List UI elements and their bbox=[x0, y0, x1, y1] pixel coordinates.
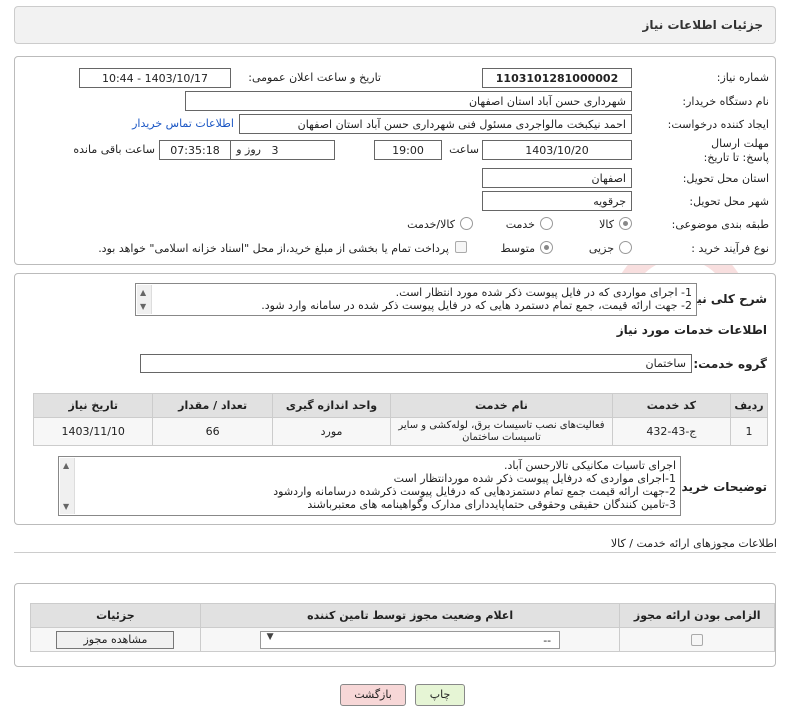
page-title: جزئیات اطلاعات نیاز bbox=[642, 18, 763, 32]
buyer-contact-link[interactable]: اطلاعات تماس خریدار bbox=[132, 117, 234, 130]
chevron-down-icon: ▼ bbox=[266, 631, 274, 642]
page-header: جزئیات اطلاعات نیاز bbox=[14, 6, 776, 44]
category-option-service: خدمت bbox=[505, 218, 535, 231]
creator-label: ایجاد کننده درخواست: bbox=[667, 118, 769, 131]
buyer-notes-scrollbar[interactable]: ▲ ▼ bbox=[60, 458, 75, 514]
deadline-date-field: 1403/10/20 bbox=[482, 140, 632, 160]
treasury-checkbox[interactable] bbox=[455, 241, 467, 253]
remaining-time-field: 07:35:18 bbox=[159, 140, 231, 160]
process-radio-minor[interactable] bbox=[619, 241, 632, 254]
view-permit-button[interactable]: مشاهده مجوز bbox=[56, 630, 175, 649]
back-button[interactable]: بازگشت bbox=[340, 684, 406, 706]
col-row: ردیف bbox=[730, 393, 768, 418]
category-radio-service[interactable] bbox=[540, 217, 553, 230]
col-permit-details: جزئیات bbox=[30, 603, 201, 628]
category-option-goods: کالا bbox=[599, 218, 614, 231]
col-unit: واحد اندازه گیری bbox=[271, 393, 392, 418]
buyer-note-line-4: 3-تامین کنندگان حقیقی وحقوقی حتماپایددار… bbox=[307, 498, 676, 511]
summary-line-2: 2- جهت ارائه قیمت، جمع تمام دستمرد هایی … bbox=[261, 299, 692, 312]
buyer-note-line-3: 2-جهت ارائه قیمت جمع تمام دستمزدهایی که … bbox=[273, 485, 676, 498]
buyer-org-field: شهرداری حسن آباد استان اصفهان bbox=[185, 91, 632, 111]
table-row: 1 ج-43-432 فعالیت‌های نصب تاسیسات برق، ل… bbox=[32, 417, 768, 446]
table-row: -- ▼ مشاهده مجوز bbox=[30, 627, 775, 652]
buyer-note-line-1: اجرای تاسیات مکانیکی تالارحسن آباد. bbox=[503, 459, 676, 472]
deadline-time-field: 19:00 bbox=[374, 140, 442, 160]
buyer-notes-textarea[interactable]: اجرای تاسیات مکانیکی تالارحسن آباد. 1-اج… bbox=[58, 456, 681, 516]
category-option-goods-service: کالا/خدمت bbox=[407, 218, 455, 231]
category-radio-goods[interactable] bbox=[619, 217, 632, 230]
print-button[interactable]: چاپ bbox=[415, 684, 465, 706]
services-table-header: ردیف کد خدمت نام خدمت واحد اندازه گیری ت… bbox=[32, 393, 768, 418]
cell-row: 1 bbox=[730, 417, 768, 446]
col-code: کد خدمت bbox=[611, 393, 732, 418]
service-group-label: گروه خدمت: bbox=[693, 357, 767, 371]
service-group-field: ساختمان bbox=[140, 354, 692, 373]
permits-section-title: اطلاعات مجوزهای ارائه خدمت / کالا bbox=[610, 537, 777, 550]
province-label: استان محل تحویل: bbox=[682, 172, 769, 185]
province-field: اصفهان bbox=[482, 168, 632, 188]
announce-label: تاریخ و ساعت اعلان عمومی: bbox=[248, 71, 381, 84]
summary-textarea[interactable]: 1- اجرای مواردی که در فایل پیوست ذکر شده… bbox=[135, 283, 697, 316]
summary-scrollbar[interactable]: ▲ ▼ bbox=[137, 285, 152, 314]
deadline-label: مهلت ارسال پاسخ: تا تاریخ: bbox=[703, 137, 769, 164]
city-label: شهر محل تحویل: bbox=[689, 195, 769, 208]
col-date: تاریخ نیاز bbox=[32, 393, 154, 418]
cell-name: فعالیت‌های نصب تاسیسات برق، لوله‌کشی و س… bbox=[390, 417, 613, 446]
permit-required-checkbox[interactable] bbox=[691, 634, 704, 646]
services-table: ردیف کد خدمت نام خدمت واحد اندازه گیری ت… bbox=[32, 393, 768, 446]
creator-field: احمد نیکبخت مالواجردی مسئول فنی شهرداری … bbox=[239, 114, 632, 134]
days-label: روز و bbox=[236, 143, 261, 156]
process-label: نوع فرآیند خرید : bbox=[691, 242, 769, 255]
cell-qty: 66 bbox=[152, 417, 273, 446]
category-label: طبقه بندی موضوعی: bbox=[671, 218, 769, 231]
need-number-field: 1103101281000002 bbox=[482, 68, 632, 88]
permits-table-header: الزامی بودن ارائه مجوز اعلام وضعیت مجوز … bbox=[30, 603, 775, 628]
cell-code: ج-43-432 bbox=[611, 417, 732, 446]
services-section-title: اطلاعات خدمات مورد نیاز bbox=[616, 323, 767, 337]
col-permit-required: الزامی بودن ارائه مجوز bbox=[619, 603, 775, 628]
summary-line-1: 1- اجرای مواردی که در فایل پیوست ذکر شده… bbox=[395, 286, 692, 299]
deadline-time-label: ساعت bbox=[449, 143, 479, 156]
permits-divider bbox=[14, 552, 776, 553]
cell-date: 1403/11/10 bbox=[32, 417, 154, 446]
permit-status-select[interactable]: -- ▼ bbox=[260, 630, 561, 649]
category-radio-goods-service[interactable] bbox=[460, 217, 473, 230]
city-field: جرقویه bbox=[482, 191, 632, 211]
buyer-note-line-2: 1-اجرای مواردی که درفایل پیوست ذکر شده م… bbox=[393, 472, 676, 485]
cell-unit: مورد bbox=[271, 417, 392, 446]
need-number-label: شماره نیاز: bbox=[716, 71, 769, 84]
days-field: 3 bbox=[215, 140, 335, 160]
permit-status-value: -- bbox=[543, 633, 552, 647]
col-qty: تعداد / مقدار bbox=[152, 393, 273, 418]
process-option-medium: متوسط bbox=[500, 242, 535, 255]
process-option-minor: جزیی bbox=[588, 242, 614, 255]
buyer-org-label: نام دستگاه خریدار: bbox=[682, 95, 769, 108]
remaining-label: ساعت باقی مانده bbox=[73, 143, 155, 156]
treasury-note: پرداخت تمام یا بخشی از مبلغ خرید،از محل … bbox=[98, 242, 449, 255]
process-radio-medium[interactable] bbox=[540, 241, 553, 254]
col-name: نام خدمت bbox=[390, 393, 613, 418]
col-permit-status: اعلام وضعیت مجوز توسط تامین کننده bbox=[199, 603, 621, 628]
announce-datetime-field: 1403/10/17 - 10:44 bbox=[79, 68, 231, 88]
permits-table: الزامی بودن ارائه مجوز اعلام وضعیت مجوز … bbox=[30, 603, 775, 652]
